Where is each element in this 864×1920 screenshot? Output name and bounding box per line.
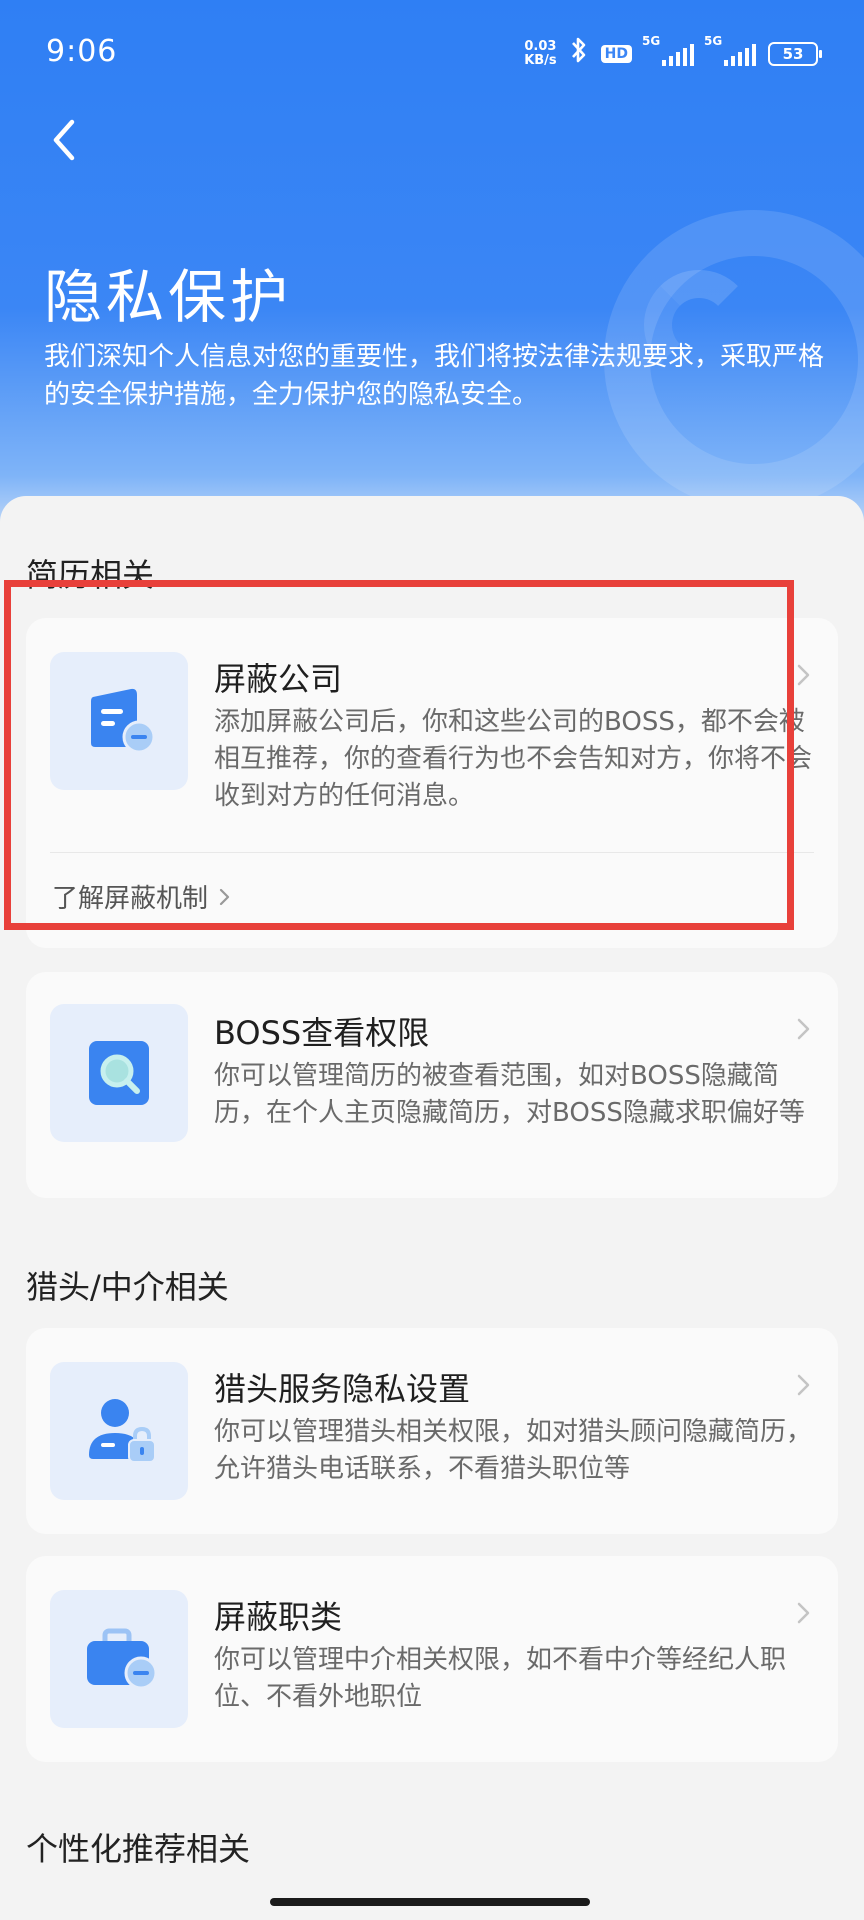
status-time: 9:06 <box>46 34 118 69</box>
search-document-icon <box>50 1004 188 1142</box>
back-button[interactable] <box>44 110 94 170</box>
chevron-right-icon <box>794 1598 814 1628</box>
card-block-job-category[interactable]: 屏蔽职类 你可以管理中介相关权限，如不看中介等经纪人职位、不看外地职位 <box>26 1556 838 1762</box>
page-description: 我们深知个人信息对您的重要性，我们将按法律法规要求，采取严格的安全保护措施，全力… <box>44 342 825 410</box>
status-icons: 0.03 KB/s HD 5G 5G 53 <box>524 34 822 71</box>
card-headhunter-privacy[interactable]: 猎头服务隐私设置 你可以管理猎头相关权限，如对猎头顾问隐藏简历，允许猎头电话联系… <box>26 1328 838 1534</box>
battery-icon: 53 <box>768 41 822 66</box>
user-lock-icon <box>50 1362 188 1500</box>
card-description: 你可以管理中介相关权限，如不看中介等经纪人职位、不看外地职位 <box>214 1645 787 1712</box>
signal-2-icon: 5G <box>704 34 756 66</box>
card-description: 你可以管理猎头相关权限，如对猎头顾问隐藏简历，允许猎头电话联系，不看猎头职位等 <box>214 1417 813 1484</box>
page-title: 隐私保护 <box>44 263 293 331</box>
card-title: BOSS查看权限 <box>214 1014 430 1052</box>
chevron-right-icon <box>794 1014 814 1044</box>
card-description: 你可以管理简历的被查看范围，如对BOSS隐藏简历，在个人主页隐藏简历，对BOSS… <box>214 1061 805 1128</box>
hd-voice-icon: HD <box>600 44 632 63</box>
highlight-annotation <box>4 580 794 930</box>
card-title: 屏蔽职类 <box>214 1598 343 1636</box>
signal-1-icon: 5G <box>642 34 694 66</box>
card-boss-view-permission[interactable]: BOSS查看权限 你可以管理简历的被查看范围，如对BOSS隐藏简历，在个人主页隐… <box>26 972 838 1198</box>
bluetooth-icon <box>569 36 589 71</box>
card-title: 猎头服务隐私设置 <box>214 1370 471 1408</box>
back-arrow-icon <box>53 119 75 161</box>
block-job-icon <box>50 1590 188 1728</box>
section-title-personalized: 个性化推荐相关 <box>26 1830 251 1868</box>
status-bar: 9:06 0.03 KB/s HD 5G 5G 53 <box>0 0 864 106</box>
network-speed: 0.03 KB/s <box>524 38 557 68</box>
chevron-right-icon <box>794 660 814 690</box>
chevron-right-icon <box>794 1370 814 1400</box>
home-indicator[interactable] <box>270 1898 590 1906</box>
section-title-headhunter: 猎头/中介相关 <box>26 1268 229 1306</box>
